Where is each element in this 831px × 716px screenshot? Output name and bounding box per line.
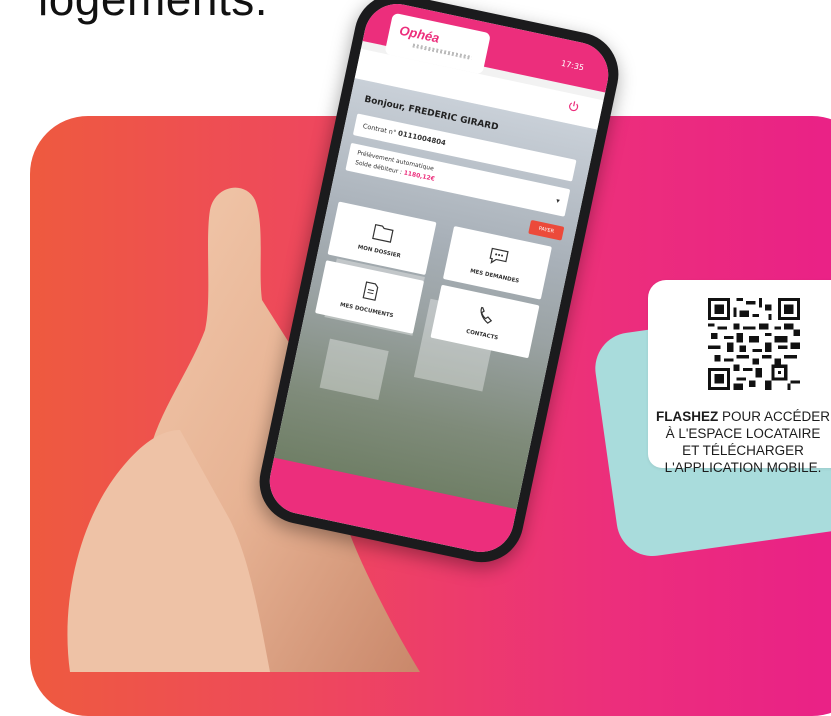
contract-label: Contrat n° <box>362 121 397 137</box>
document-icon <box>362 281 379 301</box>
chevron-down-icon: ▾ <box>555 196 561 206</box>
status-time: 17:35 <box>560 58 585 73</box>
chat-icon <box>489 247 509 264</box>
logo-tagline <box>412 43 472 60</box>
building-block <box>319 338 389 401</box>
folder-icon <box>372 223 394 243</box>
phone-icon <box>480 306 493 324</box>
app-logo: Ophéa <box>398 22 441 46</box>
contract-number: 0111004804 <box>397 129 447 148</box>
power-icon[interactable] <box>567 99 581 113</box>
phone-photo: 17:35 Ophéa Bonjour, FREDERIC GIRARD Con… <box>0 0 831 672</box>
